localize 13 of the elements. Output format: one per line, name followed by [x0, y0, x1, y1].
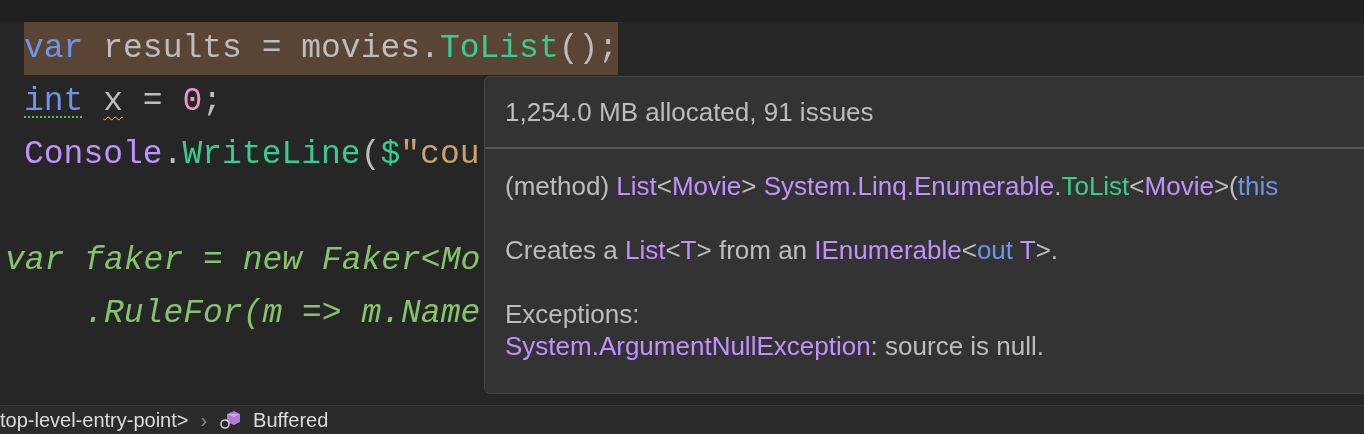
breadcrumb-item[interactable]: Buffered: [253, 410, 329, 430]
method-signature: (method) List<Movie> System.Linq.Enumerable.ToList<Movie>(this: [505, 170, 1280, 202]
exception-text: System.ArgumentNullException: source is null.: [505, 330, 1045, 362]
code-line: int x = 0;: [24, 82, 223, 122]
breadcrumb-item[interactable]: top-level-entry-point>: [0, 410, 189, 430]
code-line: .RuleFor(m => m.Name: [83, 294, 481, 334]
tooltip-header: 1,254.0 MB allocated, 91 issues: [505, 96, 874, 128]
method-summary: Creates a List<T> from an IEnumerable<out T>.: [505, 234, 1060, 266]
code-line: var faker = new Faker<Mo: [5, 241, 481, 281]
breadcrumb-separator: ›: [200, 410, 208, 430]
code-line: Console.WriteLine($"cou: [24, 135, 480, 175]
cube-icon: [219, 410, 242, 430]
exceptions-label: Exceptions:: [505, 298, 641, 330]
